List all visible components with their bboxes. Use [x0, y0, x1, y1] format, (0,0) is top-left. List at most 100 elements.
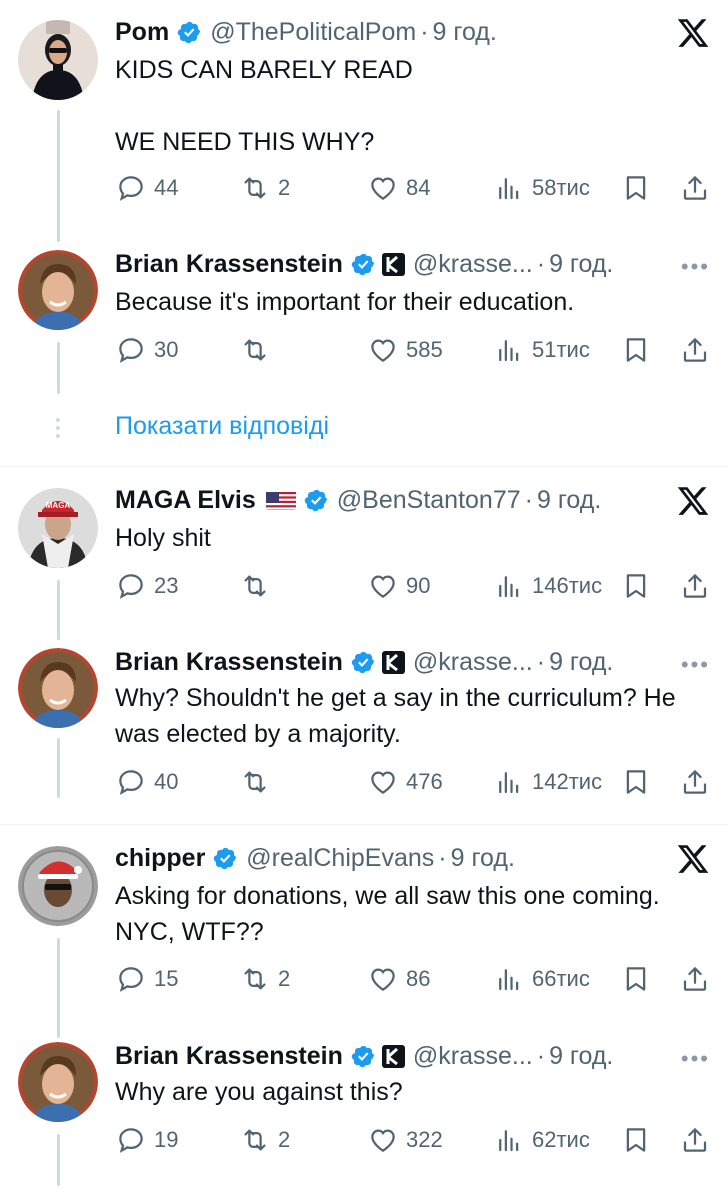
avatar[interactable]: [18, 846, 98, 926]
user-handle[interactable]: @krasse...: [413, 250, 533, 279]
like-count: 84: [406, 175, 431, 200]
show-replies-link[interactable]: Показати відповіді: [115, 412, 329, 441]
avatar[interactable]: MAGA: [18, 488, 98, 568]
share-button[interactable]: [680, 568, 710, 604]
view-count: 51тис: [532, 337, 590, 362]
like-button[interactable]: 585: [368, 332, 443, 368]
like-button[interactable]: 322: [368, 1122, 443, 1158]
bookmark-button[interactable]: [621, 1122, 651, 1158]
retweet-icon: [240, 173, 270, 203]
retweet-button[interactable]: 2: [240, 1122, 290, 1158]
views-button[interactable]: 146тис: [494, 568, 602, 604]
views-button[interactable]: 66тис: [494, 961, 590, 997]
avatar[interactable]: [18, 250, 98, 330]
user-handle[interactable]: @BenStanton77: [337, 486, 521, 515]
share-button[interactable]: [680, 170, 710, 206]
reply-button[interactable]: 15: [116, 961, 178, 997]
user-handle[interactable]: @realChipEvans: [246, 844, 434, 873]
share-button[interactable]: [680, 764, 710, 800]
views-icon: [494, 335, 524, 365]
display-name[interactable]: Brian Krassenstein: [115, 648, 343, 677]
more-icon[interactable]: •••: [681, 652, 710, 678]
bookmark-icon: [621, 335, 651, 365]
user-handle[interactable]: @ThePoliticalPom: [210, 18, 416, 47]
us-flag-icon: [265, 490, 296, 510]
views-button[interactable]: 58тис: [494, 170, 590, 206]
heart-icon: [368, 767, 398, 797]
separator: ·: [536, 1041, 546, 1070]
more-icon[interactable]: •••: [681, 254, 710, 280]
views-button[interactable]: 142тис: [494, 764, 602, 800]
separator: ·: [536, 647, 546, 676]
views-button[interactable]: 51тис: [494, 332, 590, 368]
separator: ·: [420, 17, 429, 46]
reply-button[interactable]: 44: [116, 170, 178, 206]
bookmark-icon: [621, 767, 651, 797]
reply-icon: [116, 767, 146, 797]
retweet-icon: [240, 571, 270, 601]
views-icon: [494, 571, 524, 601]
more-icon[interactable]: •••: [681, 1046, 710, 1072]
separator: ·: [524, 485, 533, 514]
heart-icon: [368, 335, 398, 365]
reply-icon: [116, 335, 146, 365]
bookmark-button[interactable]: [621, 170, 651, 206]
avatar[interactable]: [18, 648, 98, 728]
tweet-text: Holy shit: [115, 524, 211, 552]
views-button[interactable]: 62тис: [494, 1122, 590, 1158]
display-name[interactable]: Pom: [115, 18, 169, 47]
bookmark-button[interactable]: [621, 332, 651, 368]
bookmark-icon: [621, 964, 651, 994]
reply-count: 44: [154, 175, 179, 200]
retweet-button[interactable]: 2: [240, 961, 290, 997]
share-button[interactable]: [680, 961, 710, 997]
retweet-button[interactable]: [240, 332, 278, 368]
display-name[interactable]: Brian Krassenstein: [115, 1042, 343, 1071]
share-icon: [680, 335, 710, 365]
affiliate-badge-icon: [381, 650, 405, 674]
like-button[interactable]: 90: [368, 568, 430, 604]
display-name[interactable]: MAGA Elvis: [115, 486, 256, 515]
verified-badge-icon: [213, 846, 238, 871]
verified-badge-icon: [351, 650, 376, 675]
like-button[interactable]: 84: [368, 170, 430, 206]
display-name[interactable]: Brian Krassenstein: [115, 250, 343, 279]
user-handle[interactable]: @krasse...: [413, 648, 533, 677]
display-name[interactable]: chipper: [115, 844, 205, 873]
bookmark-button[interactable]: [621, 961, 651, 997]
reply-button[interactable]: 30: [116, 332, 178, 368]
verified-badge-icon: [177, 20, 202, 45]
retweet-count: 2: [278, 175, 291, 200]
retweet-icon: [240, 964, 270, 994]
reply-button[interactable]: 23: [116, 568, 178, 604]
bookmark-icon: [621, 1125, 651, 1155]
affiliate-badge-icon: [381, 1044, 405, 1068]
timestamp[interactable]: 9 год.: [433, 18, 497, 47]
reply-count: 40: [154, 769, 179, 794]
avatar[interactable]: [18, 1042, 98, 1122]
separator: ·: [438, 843, 447, 872]
tweet-header: Brian Krassenstein @krasse... · 9 год.: [115, 644, 712, 680]
like-button[interactable]: 86: [368, 961, 430, 997]
timestamp[interactable]: 9 год.: [451, 844, 515, 873]
reply-button[interactable]: 19: [116, 1122, 178, 1158]
timestamp[interactable]: 9 год.: [549, 1042, 613, 1071]
timestamp[interactable]: 9 год.: [537, 486, 601, 515]
bookmark-button[interactable]: [621, 764, 651, 800]
like-button[interactable]: 476: [368, 764, 443, 800]
like-count: 585: [406, 337, 443, 362]
timestamp[interactable]: 9 год.: [549, 250, 613, 279]
tweet-text: Why are you against this?: [115, 1078, 403, 1106]
reply-button[interactable]: 40: [116, 764, 178, 800]
share-button[interactable]: [680, 1122, 710, 1158]
like-count: 476: [406, 769, 443, 794]
tweet-text: Because it's important for their educati…: [115, 288, 575, 316]
retweet-button[interactable]: 2: [240, 170, 290, 206]
share-button[interactable]: [680, 332, 710, 368]
user-handle[interactable]: @krasse...: [413, 1042, 533, 1071]
retweet-button[interactable]: [240, 568, 278, 604]
retweet-button[interactable]: [240, 764, 278, 800]
timestamp[interactable]: 9 год.: [549, 648, 613, 677]
bookmark-button[interactable]: [621, 568, 651, 604]
avatar[interactable]: [18, 20, 98, 100]
